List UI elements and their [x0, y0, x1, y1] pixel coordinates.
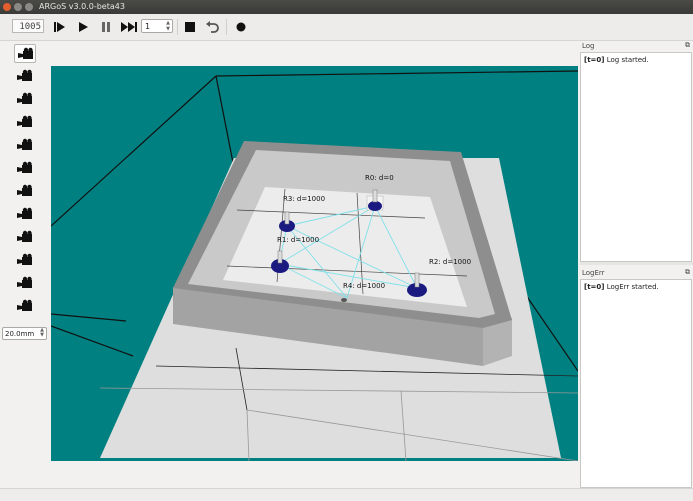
stop-icon [185, 22, 195, 32]
camera-selector [14, 44, 38, 320]
arena-scene: R0: d=0 R3: d=1000 R1: d=1000 R2: d=1000… [51, 70, 578, 461]
robot-label-R3: R3: d=1000 [283, 195, 325, 203]
undo-icon [206, 21, 219, 33]
toolbar: 1005 1 ▲ ▼ [0, 14, 693, 41]
toolbar-separator [226, 19, 227, 35]
pause-icon [102, 22, 110, 32]
boundary-line [51, 75, 217, 227]
boundary-line [51, 313, 127, 322]
camera-button-5[interactable] [14, 136, 36, 155]
minimize-window-button[interactable] [14, 3, 22, 11]
boundary-line [51, 325, 134, 357]
robot-label-R0: R0: d=0 [365, 174, 394, 182]
step-spinbox[interactable]: 1 ▲ ▼ [141, 19, 173, 33]
camera-button-9[interactable] [14, 228, 36, 247]
logerr-panel-header: LogErr ⧉ [580, 267, 693, 279]
panel-splitter[interactable] [580, 262, 693, 265]
float-panel-icon[interactable]: ⧉ [685, 268, 690, 277]
log-entry: [t=0] Log started. [584, 56, 649, 64]
camera-icon [17, 92, 32, 104]
toolbar-separator [177, 19, 178, 35]
step-button[interactable] [52, 19, 68, 35]
camera-icon [17, 276, 32, 288]
logerr-entry: [t=0] LogErr started. [584, 283, 659, 291]
record-button[interactable] [233, 19, 249, 35]
pause-button[interactable] [98, 19, 114, 35]
close-window-button[interactable] [3, 3, 11, 11]
maximize-window-button[interactable] [25, 3, 33, 11]
focal-length-value: 20.0mm [5, 330, 35, 338]
spin-arrows-icon[interactable]: ▲ ▼ [166, 20, 170, 32]
fast-forward-icon [121, 22, 137, 32]
camera-button-4[interactable] [14, 113, 36, 132]
title-bar: ARGoS v3.0.0-beta43 [0, 0, 693, 14]
camera-button-10[interactable] [14, 251, 36, 270]
boundary-line [215, 70, 578, 77]
camera-icon [17, 161, 32, 173]
camera-icon [17, 207, 32, 219]
status-bar [0, 488, 693, 501]
play-icon [79, 22, 88, 32]
camera-button-6[interactable] [14, 159, 36, 178]
play-button[interactable] [75, 19, 91, 35]
camera-button-11[interactable] [14, 274, 36, 293]
camera-icon [17, 253, 32, 265]
logerr-panel[interactable]: [t=0] LogErr started. [580, 279, 692, 488]
camera-button-1[interactable] [14, 44, 36, 63]
camera-button-12[interactable] [14, 297, 36, 316]
robot-label-R4: R4: d=1000 [343, 282, 385, 290]
camera-icon [17, 115, 32, 127]
camera-icon [17, 230, 32, 242]
logerr-panel-title: LogErr [582, 269, 605, 277]
camera-icon [17, 69, 32, 81]
record-icon [236, 22, 246, 32]
stop-button[interactable] [182, 19, 198, 35]
reset-button[interactable] [204, 19, 220, 35]
camera-button-2[interactable] [14, 67, 36, 86]
robot-label-R2: R2: d=1000 [429, 258, 471, 266]
camera-icon [18, 47, 33, 59]
camera-button-7[interactable] [14, 182, 36, 201]
window-title: ARGoS v3.0.0-beta43 [39, 2, 125, 11]
float-panel-icon[interactable]: ⧉ [685, 41, 690, 50]
step-spinbox-value: 1 [145, 22, 151, 31]
log-panel[interactable]: [t=0] Log started. [580, 52, 692, 262]
fast-forward-button[interactable] [119, 19, 139, 35]
camera-focal-length-spinbox[interactable]: 20.0mm ▲ ▼ [2, 327, 47, 340]
simulation-3d-view[interactable]: R0: d=0 R3: d=1000 R1: d=1000 R2: d=1000… [51, 66, 578, 461]
robot-R4[interactable] [341, 298, 347, 302]
step-counter-display: 1005 [12, 19, 44, 33]
camera-button-3[interactable] [14, 90, 36, 109]
camera-icon [17, 184, 32, 196]
camera-icon [17, 138, 32, 150]
robot-label-R1: R1: d=1000 [277, 236, 319, 244]
step-icon [54, 22, 65, 32]
log-panel-header: Log ⧉ [580, 40, 693, 52]
camera-icon [17, 299, 32, 311]
camera-button-8[interactable] [14, 205, 36, 224]
spin-arrows-icon[interactable]: ▲ ▼ [40, 328, 44, 338]
log-panel-title: Log [582, 42, 595, 50]
